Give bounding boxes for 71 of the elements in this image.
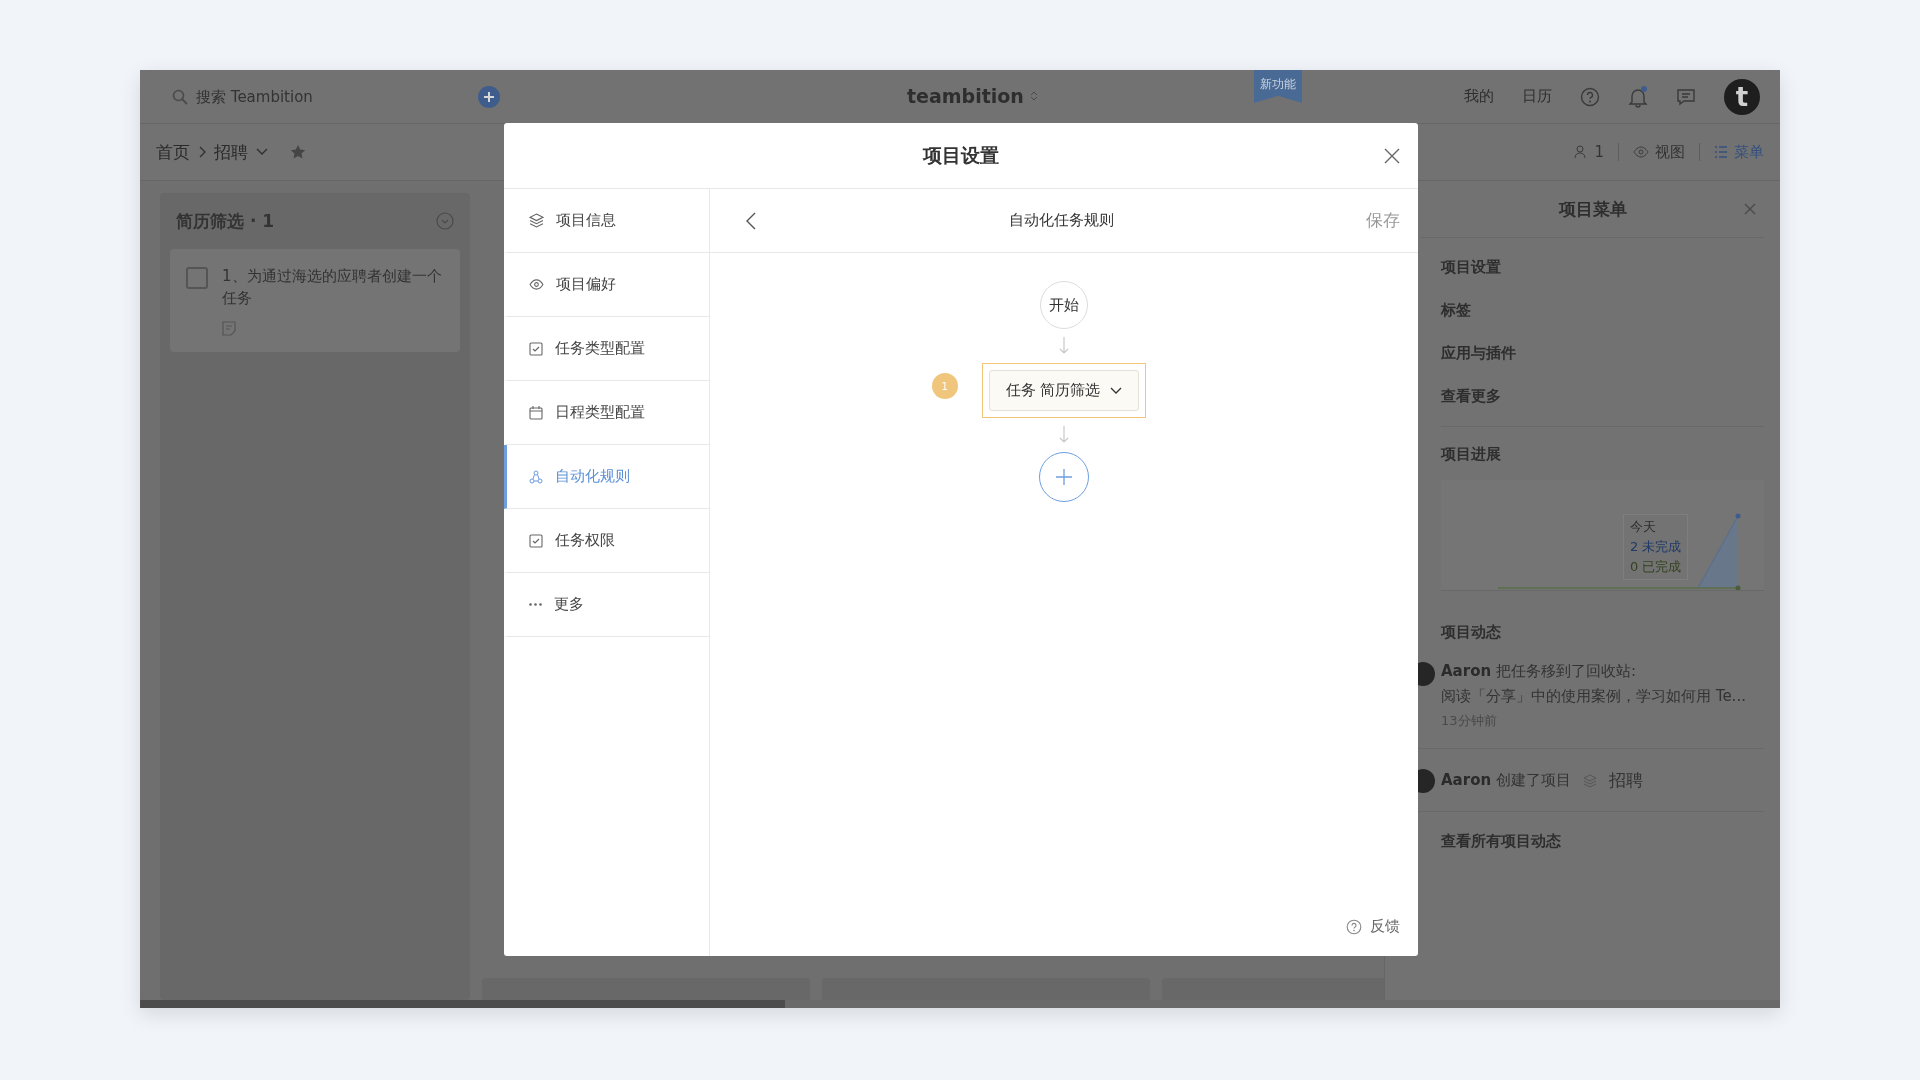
nav-link[interactable]: 我的 bbox=[1464, 87, 1494, 106]
all-activity-link[interactable]: 查看所有项目动态 bbox=[1441, 832, 1764, 851]
chevron-circle-icon[interactable] bbox=[436, 212, 454, 230]
more-icon bbox=[529, 603, 542, 606]
section-title: 项目进展 bbox=[1441, 445, 1502, 464]
panel-title: 项目菜单 bbox=[1558, 197, 1627, 221]
settings-nav-item[interactable]: 任务类型配置 bbox=[504, 317, 709, 381]
panel-title: 自动化任务规则 bbox=[1007, 211, 1115, 230]
breadcrumb-link[interactable]: 首页 bbox=[156, 140, 190, 164]
cycle-icon bbox=[529, 469, 543, 484]
layers-icon bbox=[1582, 773, 1597, 788]
add-step-button[interactable] bbox=[1039, 452, 1089, 502]
back-icon[interactable] bbox=[746, 211, 756, 230]
sort-icon bbox=[1029, 90, 1038, 102]
checkbox-icon bbox=[529, 533, 543, 548]
project-link[interactable]: 招聘 bbox=[1608, 769, 1643, 792]
step-number-badge: 1 bbox=[931, 373, 958, 399]
menu-item[interactable]: 查看更多 bbox=[1441, 387, 1764, 406]
settings-nav-item[interactable]: 项目偏好 bbox=[504, 253, 709, 317]
user-avatar[interactable]: t bbox=[1724, 78, 1760, 115]
nav-link[interactable]: 日历 bbox=[1522, 87, 1552, 106]
list-icon bbox=[1714, 146, 1728, 158]
feedback-link[interactable]: 反馈 bbox=[1346, 917, 1400, 936]
star-icon[interactable] bbox=[290, 144, 306, 160]
activity-text: Aaron 创建了项目 bbox=[1441, 771, 1571, 790]
chevron-down-icon bbox=[1110, 386, 1123, 395]
arrow-down-icon bbox=[1059, 337, 1069, 355]
task-checkbox[interactable] bbox=[186, 267, 208, 289]
eye-icon bbox=[529, 279, 544, 290]
chat-icon[interactable] bbox=[1676, 86, 1696, 107]
search-icon bbox=[172, 88, 188, 105]
note-icon bbox=[222, 321, 236, 336]
add-icon[interactable] bbox=[478, 85, 500, 108]
menu-item[interactable]: 应用与插件 bbox=[1441, 344, 1764, 363]
help-icon[interactable] bbox=[1580, 86, 1600, 107]
help-icon bbox=[1346, 918, 1362, 935]
project-name[interactable]: 招聘 bbox=[214, 140, 248, 164]
search-field[interactable]: 搜索 Teambition bbox=[194, 86, 438, 107]
settings-nav-item[interactable]: 任务权限 bbox=[504, 509, 709, 573]
arrow-down-icon bbox=[1059, 426, 1069, 444]
checkbox-icon bbox=[529, 341, 543, 356]
menu-button[interactable]: 菜单 bbox=[1714, 142, 1764, 162]
settings-nav-item[interactable]: 项目信息 bbox=[504, 189, 709, 253]
trigger-dropdown[interactable]: 任务 简历筛选 bbox=[988, 370, 1140, 411]
settings-nav-item[interactable]: 自动化规则 bbox=[504, 445, 709, 509]
settings-nav-item[interactable]: 日程类型配置 bbox=[504, 381, 709, 445]
menu-item[interactable]: 项目设置 bbox=[1441, 258, 1764, 277]
save-button[interactable]: 保存 bbox=[1366, 209, 1400, 232]
calendar-icon bbox=[529, 405, 543, 420]
person-icon bbox=[1574, 145, 1589, 159]
app-logo[interactable]: teambition bbox=[907, 85, 1024, 107]
bell-icon[interactable] bbox=[1628, 85, 1648, 108]
dialog-title: 项目设置 bbox=[923, 142, 999, 168]
settings-nav-item[interactable]: 更多 bbox=[504, 573, 709, 637]
members-button[interactable]: 1 bbox=[1574, 143, 1604, 161]
plus-icon bbox=[1056, 469, 1072, 485]
activity-text: Aaron 把任务移到了回收站: bbox=[1441, 662, 1636, 681]
close-icon[interactable] bbox=[1384, 147, 1400, 164]
menu-item[interactable]: 标签 bbox=[1441, 301, 1764, 320]
chevron-right-icon bbox=[198, 146, 206, 158]
activity-detail: 阅读「分享」中的使用案例，学习如何用 Te... bbox=[1441, 687, 1746, 706]
chevron-down-icon[interactable] bbox=[256, 148, 268, 156]
scrollbar-thumb[interactable] bbox=[140, 1000, 785, 1008]
view-button[interactable]: 视图 bbox=[1633, 142, 1685, 162]
layers-icon bbox=[529, 213, 544, 228]
new-feature-badge[interactable]: 新功能 bbox=[1254, 70, 1302, 103]
section-title: 项目动态 bbox=[1441, 623, 1502, 642]
done-count: 0 已完成 bbox=[1630, 558, 1682, 576]
tooltip-date: 今天 bbox=[1630, 518, 1657, 536]
open-count: 2 未完成 bbox=[1630, 538, 1682, 556]
eye-icon bbox=[1633, 146, 1649, 158]
